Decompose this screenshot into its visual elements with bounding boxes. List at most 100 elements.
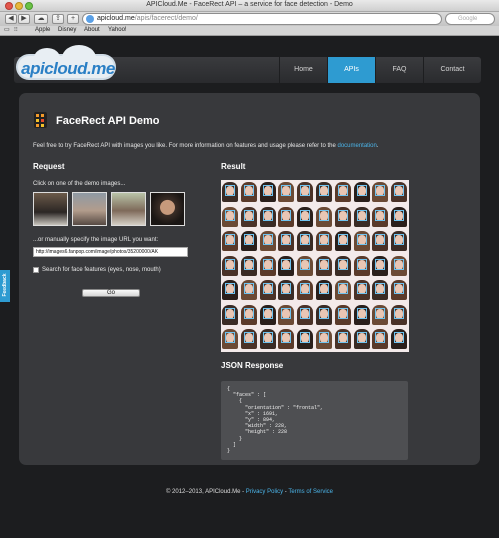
result-face (316, 255, 332, 276)
new-tab-icon[interactable]: + (67, 14, 79, 24)
result-face (259, 255, 276, 276)
result-face (278, 231, 295, 251)
url-path: /apis/facerect/demo/ (134, 15, 198, 22)
share-icon[interactable]: ⇪ (52, 14, 64, 24)
copyright-text: © 2012–2013, APICloud.Me - (165, 489, 246, 495)
window-titlebar: APICloud.Me - FaceRect API – a service f… (0, 0, 499, 12)
feedback-tab[interactable]: Feedback (0, 270, 10, 302)
result-face (316, 206, 332, 227)
result-face (240, 206, 257, 227)
json-heading: JSON Response (221, 361, 284, 370)
browser-toolbar: ◀ ▶ ☁ ⇪ + apicloud.me/apis/facerect/demo… (0, 12, 499, 26)
result-face (353, 304, 370, 325)
result-face (259, 231, 276, 251)
result-image (221, 180, 409, 352)
result-face (372, 182, 389, 202)
result-face (372, 304, 389, 325)
json-response-box: { "faces" : [ { "orientation" : "frontal… (221, 381, 408, 460)
logo-text: apicloud.me (21, 59, 115, 78)
result-face (391, 280, 408, 300)
result-face (334, 280, 351, 300)
result-face (240, 231, 257, 251)
result-face (353, 255, 370, 276)
result-face (278, 304, 295, 325)
result-face (353, 206, 370, 227)
result-face (240, 304, 257, 325)
result-face (222, 329, 238, 349)
result-face (240, 255, 257, 276)
result-face (391, 329, 408, 349)
result-face (240, 280, 257, 300)
feedback-label: Feedback (2, 273, 8, 297)
demo-image[interactable] (72, 192, 107, 226)
forward-button[interactable]: ▶ (18, 14, 30, 24)
icloud-tabs-icon[interactable]: ☁ (34, 14, 48, 24)
content-panel: FaceRect API Demo Feel free to try FaceR… (19, 93, 480, 465)
result-face (372, 255, 389, 276)
nav-contact[interactable]: Contact (423, 57, 481, 83)
result-face (391, 304, 408, 325)
result-face (334, 329, 351, 349)
result-face (372, 280, 389, 300)
nav-faq[interactable]: FAQ (375, 57, 423, 83)
result-face (297, 255, 314, 276)
result-face (297, 206, 314, 227)
url-host: apicloud.me (97, 15, 135, 22)
result-face (353, 182, 370, 202)
bookmark-item[interactable]: Apple (35, 26, 50, 35)
demo-image[interactable] (33, 192, 68, 226)
page-title: FaceRect API Demo (56, 115, 160, 127)
result-face (297, 304, 314, 325)
documentation-link[interactable]: documentation (338, 143, 377, 149)
result-face (222, 280, 238, 300)
demo-prompt: Click on one of the demo images... (33, 181, 126, 187)
terms-of-service-link[interactable]: Terms of Service (288, 489, 333, 495)
result-face (372, 206, 389, 227)
result-face (278, 280, 295, 300)
result-face (316, 182, 332, 202)
result-face (297, 280, 314, 300)
demo-image[interactable] (150, 192, 185, 226)
face-features-label: Search for face features (eyes, nose, mo… (42, 267, 161, 273)
nav-apis[interactable]: APIs (327, 57, 375, 83)
result-face (259, 304, 276, 325)
result-face (334, 182, 351, 202)
result-face (278, 255, 295, 276)
demo-image[interactable] (111, 192, 146, 226)
result-face (316, 304, 332, 325)
json-response-text: { "faces" : [ { "orientation" : "frontal… (227, 386, 324, 455)
result-face (297, 182, 314, 202)
reading-list-icon[interactable]: ▭ (4, 26, 10, 35)
result-face (278, 206, 295, 227)
result-face (353, 329, 370, 349)
result-face (222, 182, 238, 202)
result-face (316, 280, 332, 300)
back-button[interactable]: ◀ (5, 14, 17, 24)
result-face (222, 206, 238, 227)
result-face (222, 304, 238, 325)
result-face (372, 231, 389, 251)
bookmark-item[interactable]: Yahoo! (108, 26, 127, 35)
show-all-bookmarks-icon[interactable]: ⁝⁝ (14, 26, 18, 35)
face-features-checkbox[interactable] (33, 267, 39, 273)
manual-prompt: ...or manually specify the image URL you… (33, 237, 159, 243)
result-face (391, 255, 408, 276)
bookmark-item[interactable]: About (84, 26, 100, 35)
result-face (316, 231, 332, 251)
privacy-policy-link[interactable]: Privacy Policy (246, 489, 283, 495)
bookmark-item[interactable]: Disney (58, 26, 76, 35)
address-bar[interactable]: apicloud.me/apis/facerect/demo/ (82, 13, 442, 25)
result-face (353, 231, 370, 251)
bookmarks-bar: ▭ ⁝⁝ Apple Disney About Yahoo! (0, 26, 499, 36)
image-url-input[interactable]: http://images6.fanpop.com/image/photos/3… (33, 247, 188, 257)
go-button[interactable]: Go (82, 289, 140, 297)
result-face (334, 304, 351, 325)
nav-home[interactable]: Home (279, 57, 327, 83)
result-face (297, 231, 314, 251)
footer: © 2012–2013, APICloud.Me - Privacy Polic… (0, 489, 499, 495)
result-face (259, 206, 276, 227)
site-logo[interactable]: apicloud.me (18, 45, 118, 80)
search-field[interactable]: Google (445, 13, 495, 25)
window-title: APICloud.Me - FaceRect API – a service f… (146, 1, 353, 8)
api-grid-icon (34, 112, 47, 128)
